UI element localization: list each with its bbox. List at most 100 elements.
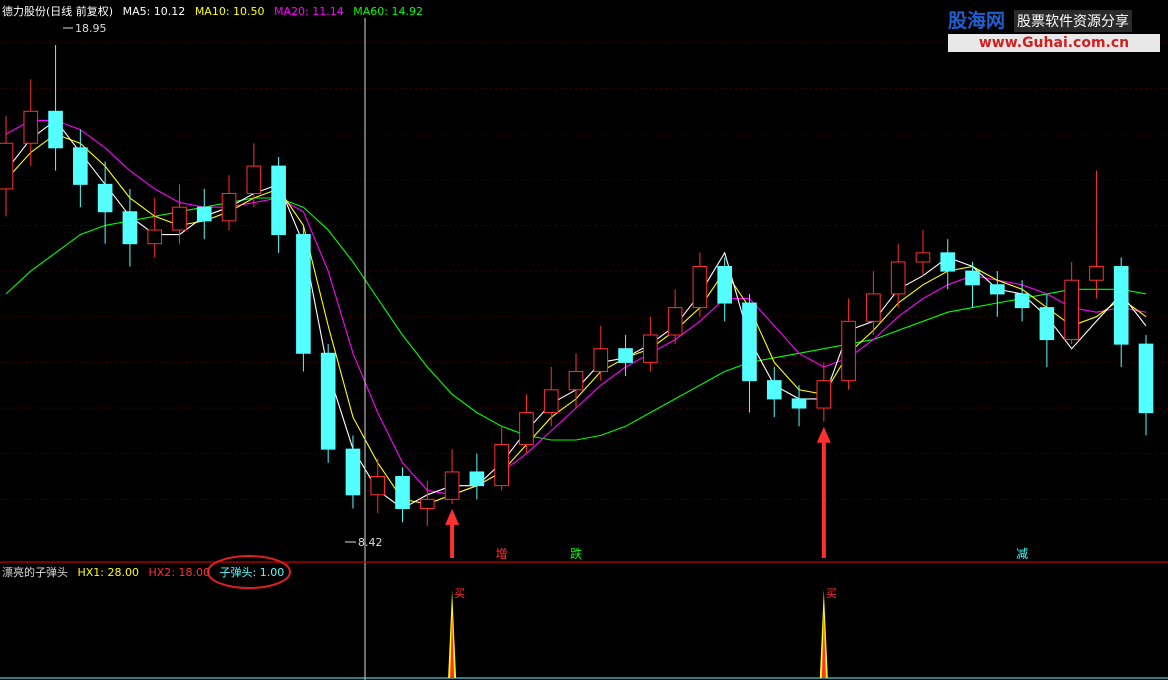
candle-body [395,476,410,509]
zidantou-value: 子弹头: 1.00 [219,566,285,579]
candle[interactable] [717,257,733,322]
candle[interactable] [97,161,113,244]
candle[interactable] [1089,170,1104,299]
guhai-watermark: 股海网 股票软件资源分享 www.Guhai.com.cn [946,4,1164,54]
candle[interactable] [296,225,311,372]
svg-text:18.95: 18.95 [75,22,107,35]
candle-body [147,229,163,245]
candle[interactable] [147,198,163,258]
candle[interactable] [692,252,708,317]
indicator-name[interactable]: 漂亮的子弹头 [2,566,68,579]
candle[interactable] [122,188,138,267]
candle[interactable] [48,45,63,171]
candle[interactable] [643,316,658,372]
candle-body [915,252,931,263]
candle-body [494,444,509,487]
candle-body [1014,293,1030,309]
candle[interactable] [742,293,757,413]
candle-body [469,471,485,487]
candle[interactable] [841,298,856,390]
candle[interactable] [1064,261,1079,345]
candle[interactable] [345,435,361,509]
indicator-header: 漂亮的子弹头 HX1: 28.00 HX2: 18.00 子弹头: 1.00 [2,564,290,580]
candle[interactable] [395,467,410,523]
ma5-line [5,119,1147,510]
svg-text:8.42: 8.42 [358,536,383,549]
candle[interactable] [791,385,807,427]
candle[interactable] [271,156,286,253]
price-gridlines [0,42,1168,500]
candle-body [196,206,212,222]
candle-body [444,471,460,500]
candle[interactable] [1138,335,1154,436]
buy-signal-label: 买 [826,587,837,600]
site-slogan: 股票软件资源分享 [1014,10,1132,32]
candle-body [890,261,906,295]
candle[interactable] [494,426,509,491]
candle-body [543,389,559,414]
candle-body [122,211,138,245]
candle-body [246,165,262,194]
moving-average-lines [5,119,1147,510]
candle-body [989,284,1005,295]
candle-body [667,307,683,336]
candle-body [1089,266,1104,281]
candle-body [1064,279,1079,341]
candle-body [717,266,733,304]
candle-body [593,348,609,373]
candle[interactable] [1113,257,1129,367]
candle-body [568,371,584,391]
event-markers[interactable]: 增跌减 [496,546,1028,561]
event-marker-label[interactable]: 跌 [570,546,582,561]
high-price-label: 18.95 [63,22,107,35]
candle-body [370,476,386,496]
candle-body [73,147,88,185]
candle-body [1113,266,1129,345]
event-marker-label[interactable]: 增 [496,547,508,561]
candle[interactable] [469,453,485,500]
candle-body [345,448,361,496]
ma10-value: MA10: 10.50 [194,5,265,18]
site-name: 股海网 [948,10,1006,32]
buy-signal-label: 买 [454,587,465,600]
candle[interactable] [816,362,832,422]
candle[interactable] [519,394,534,454]
buy-signal-spikes[interactable]: 买买 [448,587,837,678]
candle[interactable] [593,325,609,381]
candle[interactable] [320,344,336,463]
candle[interactable] [221,175,237,230]
stock-name[interactable]: 德力股份(日线 前复权) [2,5,113,18]
candle[interactable] [568,353,584,409]
candle-body [1039,307,1055,341]
candle-body [296,234,311,354]
ma60-value: MA60: 14.92 [353,5,423,18]
candle-body [172,206,187,231]
candle[interactable] [419,481,435,526]
candle[interactable] [766,366,782,418]
buy-signal[interactable]: 买 [819,587,837,678]
candle-body [97,183,113,213]
candle-body [519,412,534,446]
candle[interactable] [23,79,39,167]
candle-body [618,348,633,363]
candle[interactable] [196,188,212,240]
candle[interactable] [543,366,559,427]
candle-body [419,498,435,509]
event-marker-label[interactable]: 减 [1016,547,1028,561]
low-price-label: 8.42 [345,536,383,549]
ma20-value: MA20: 11.14 [274,5,344,18]
candle[interactable] [1039,293,1055,367]
candle-body [841,320,856,382]
candle[interactable] [370,458,386,514]
candle[interactable] [444,449,460,504]
site-url: www.Guhai.com.cn [948,34,1160,52]
candle[interactable] [890,243,906,308]
candle[interactable] [940,239,956,290]
buy-signal[interactable]: 买 [448,587,465,678]
buy-arrow [445,508,460,558]
candle-body [320,352,336,450]
candle-body [866,293,881,322]
candle-body [791,398,807,409]
candle[interactable] [915,230,931,276]
candle-body [940,252,956,272]
